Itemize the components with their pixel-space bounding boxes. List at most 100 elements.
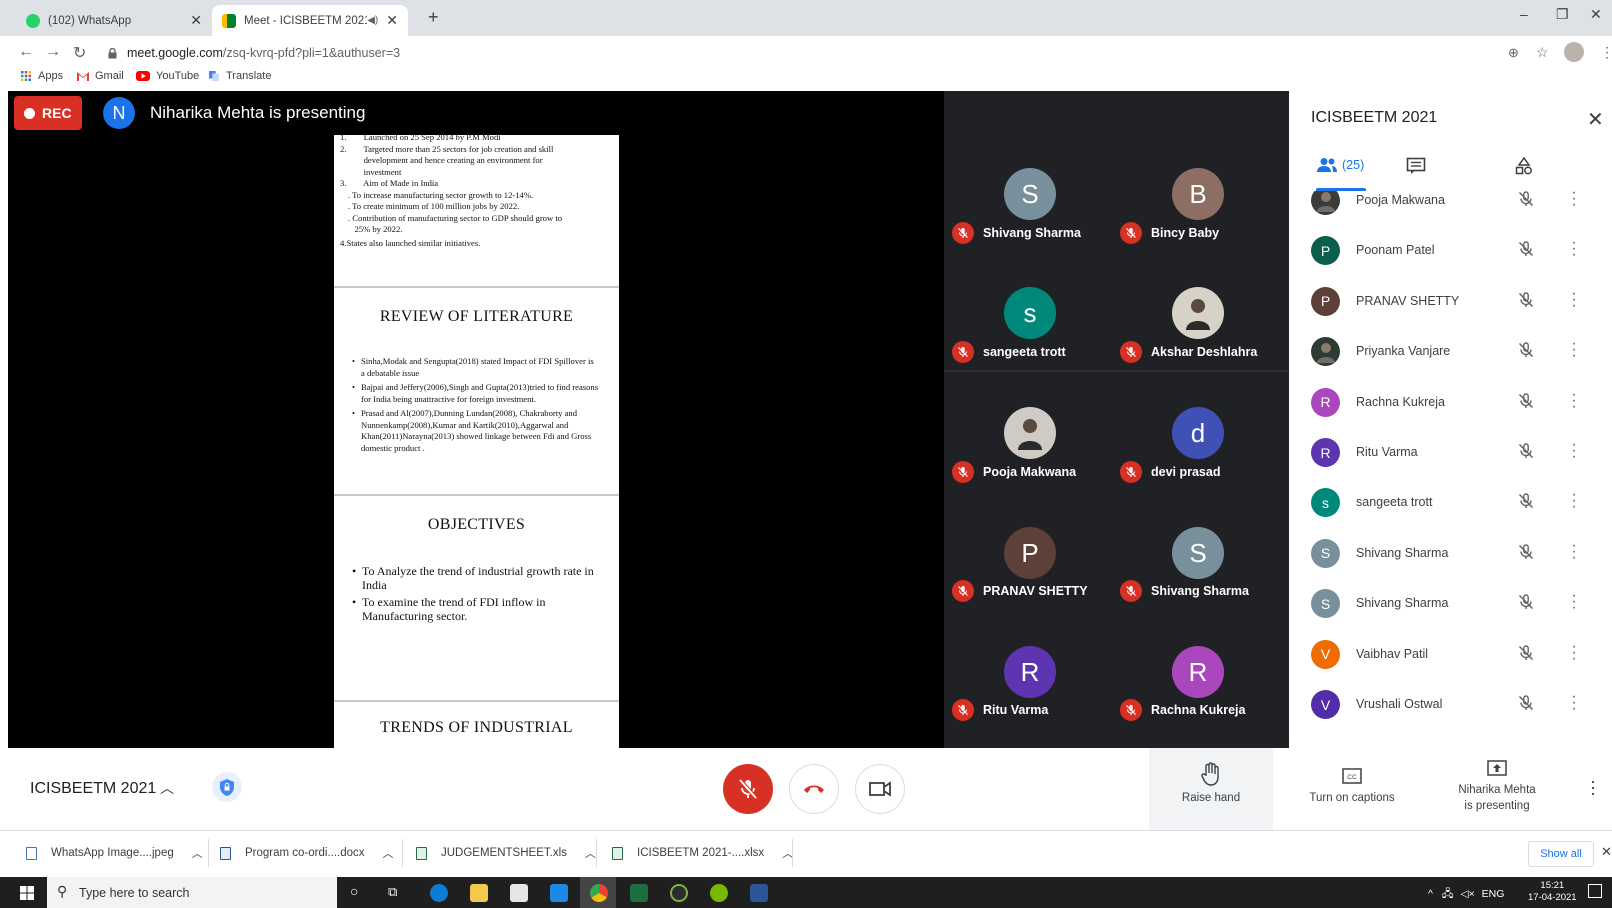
close-tab-icon[interactable]: ✕ — [190, 12, 202, 29]
more-vert-icon[interactable]: · · · — [1569, 437, 1579, 465]
participant-row[interactable]: R Rachna Kukreja · · · — [1289, 377, 1612, 427]
presenting-button[interactable]: Niharika Mehta is presenting — [1442, 756, 1552, 826]
more-vert-icon[interactable]: · · · — [1569, 285, 1579, 313]
participant-tile-avatar[interactable]: S — [1172, 527, 1224, 579]
bookmark-youtube[interactable]: YouTube — [136, 70, 199, 82]
raise-hand-button[interactable]: Raise hand — [1149, 748, 1273, 830]
participant-row[interactable]: V Vaibhav Patil · · · — [1289, 629, 1612, 679]
close-tab-icon[interactable]: ✕ — [386, 12, 398, 29]
chrome-icon[interactable] — [590, 884, 608, 902]
more-vert-icon[interactable]: · · · — [1569, 638, 1579, 666]
participant-row[interactable]: S Shivang Sharma · · · — [1289, 528, 1612, 578]
reload-icon[interactable]: ↻ — [73, 43, 86, 63]
close-panel-icon[interactable]: ✕ — [1587, 107, 1604, 132]
participant-row[interactable]: P Poonam Patel · · · — [1289, 225, 1612, 275]
mic-off-icon[interactable] — [1517, 191, 1535, 208]
more-vert-icon[interactable]: · · · — [1569, 689, 1579, 717]
participant-row[interactable]: R Ritu Varma · · · — [1289, 427, 1612, 477]
participant-tile-avatar[interactable] — [1004, 407, 1056, 459]
audio-playing-icon[interactable]: ◀) — [367, 15, 378, 26]
bookmark-translate[interactable]: Translate — [208, 70, 271, 82]
more-options-icon[interactable]: · · · — [1590, 772, 1596, 802]
participant-tile-avatar[interactable]: S — [1004, 168, 1056, 220]
participant-tile-avatar[interactable]: B — [1172, 168, 1224, 220]
browser-menu-icon[interactable]: ⋮ — [1600, 44, 1612, 61]
more-vert-icon[interactable]: · · · — [1569, 235, 1579, 263]
profile-avatar[interactable] — [1564, 42, 1584, 62]
chat-icon[interactable] — [1406, 157, 1426, 175]
store-icon[interactable] — [510, 884, 528, 902]
mic-off-icon[interactable] — [1517, 694, 1535, 712]
close-downloads-icon[interactable]: ✕ — [1601, 844, 1612, 860]
close-window-icon[interactable]: ✕ — [1590, 6, 1602, 23]
mic-off-icon[interactable] — [1517, 442, 1535, 460]
download-item[interactable]: Program co-ordi....docx ︿ — [220, 845, 394, 861]
participant-tile-avatar[interactable]: P — [1004, 527, 1056, 579]
mic-off-icon[interactable] — [1517, 543, 1535, 561]
system-tray[interactable]: ^ 🖧 ◁× ENG — [1428, 886, 1504, 904]
utorrent-icon[interactable] — [710, 884, 728, 902]
mic-off-icon[interactable] — [1517, 240, 1535, 258]
activities-icon[interactable] — [1515, 157, 1533, 175]
mic-off-icon[interactable] — [1517, 341, 1535, 359]
new-tab-button[interactable]: + — [428, 7, 439, 28]
file-explorer-icon[interactable] — [470, 884, 488, 902]
leave-call-button[interactable] — [789, 764, 839, 814]
download-item[interactable]: WhatsApp Image....jpeg ︿ — [26, 845, 203, 861]
more-vert-icon[interactable]: · · · — [1569, 191, 1579, 213]
bookmark-apps[interactable]: Apps — [20, 70, 63, 82]
participant-list[interactable]: Pooja Makwana · · · P Poonam Patel · · · P PRANAV … — [1289, 191, 1612, 748]
tab-meet[interactable]: Meet - ICISBEETM 2021 ◀) ✕ — [212, 5, 408, 36]
show-all-downloads-button[interactable]: Show all — [1528, 841, 1594, 867]
word-icon[interactable] — [750, 884, 768, 902]
volume-icon[interactable]: ◁× — [1461, 888, 1475, 900]
host-controls-shield-icon[interactable] — [212, 772, 242, 802]
mail-icon[interactable] — [550, 884, 568, 902]
recording-indicator[interactable]: REC — [14, 96, 82, 130]
notifications-icon[interactable] — [1588, 884, 1602, 898]
more-vert-icon[interactable]: · · · — [1569, 487, 1579, 515]
participant-row[interactable]: Pooja Makwana · · · — [1289, 191, 1612, 225]
task-view-icon[interactable]: ⧉ — [388, 884, 397, 900]
more-vert-icon[interactable]: · · · — [1569, 537, 1579, 565]
more-vert-icon[interactable]: · · · — [1569, 386, 1579, 414]
language-indicator[interactable]: ENG — [1482, 888, 1505, 900]
microphone-off-button[interactable] — [723, 764, 773, 814]
participant-row[interactable]: V Vrushali Ostwal · · · — [1289, 679, 1612, 729]
participant-row[interactable]: S Shivang Sharma · · · — [1289, 578, 1612, 628]
windows-start-icon[interactable] — [20, 886, 34, 900]
bookmark-gmail[interactable]: Gmail — [77, 70, 124, 82]
participant-row[interactable]: P PRANAV SHETTY · · · — [1289, 276, 1612, 326]
download-item[interactable]: JUDGEMENTSHEET.xls ︿ — [416, 845, 596, 861]
forward-icon[interactable]: → — [45, 43, 61, 61]
minimize-icon[interactable]: – — [1520, 6, 1528, 22]
app-icon[interactable] — [670, 884, 688, 902]
chevron-up-icon[interactable]: ^ — [1428, 888, 1433, 900]
back-icon[interactable]: ← — [18, 43, 34, 61]
download-item[interactable]: ICISBEETM 2021-....xlsx ︿ — [612, 845, 793, 861]
shared-slides[interactable]: 1. Launched on 25 Sep 2014 by P.M Modi 2… — [334, 135, 619, 748]
mic-off-icon[interactable] — [1517, 392, 1535, 410]
chevron-up-icon[interactable]: ︿ — [160, 778, 174, 798]
participant-row[interactable]: Priyanka Vanjare · · · — [1289, 326, 1612, 376]
participant-row[interactable]: s sangeeta trott · · · — [1289, 477, 1612, 527]
taskbar-search-box[interactable]: ⚲ Type here to search — [47, 877, 337, 908]
captions-button[interactable]: CC Turn on captions — [1300, 762, 1404, 822]
mic-off-icon[interactable] — [1517, 644, 1535, 662]
participant-tile-avatar[interactable]: d — [1172, 407, 1224, 459]
chevron-up-icon[interactable]: ︿ — [192, 845, 203, 861]
excel-icon[interactable] — [630, 884, 648, 902]
star-icon[interactable]: ☆ — [1536, 44, 1549, 61]
cortana-icon[interactable]: ○ — [350, 883, 358, 899]
network-icon[interactable]: 🖧 — [1442, 888, 1454, 900]
meeting-details-title[interactable]: ICISBEETM 2021 — [30, 780, 156, 798]
participant-tile-avatar[interactable] — [1172, 287, 1224, 339]
zoom-icon[interactable]: ⊕ — [1508, 45, 1519, 61]
restore-icon[interactable]: ❐ — [1556, 6, 1569, 23]
more-vert-icon[interactable]: · · · — [1569, 588, 1579, 616]
tab-whatsapp[interactable]: (102) WhatsApp ✕ — [16, 5, 212, 36]
url-field[interactable]: meet.google.com/zsq-kvrq-pfd?pli=1&authu… — [127, 46, 400, 60]
participant-tile-avatar[interactable]: R — [1172, 646, 1224, 698]
chevron-up-icon[interactable]: ︿ — [383, 845, 394, 861]
chevron-up-icon[interactable]: ︿ — [585, 845, 596, 861]
